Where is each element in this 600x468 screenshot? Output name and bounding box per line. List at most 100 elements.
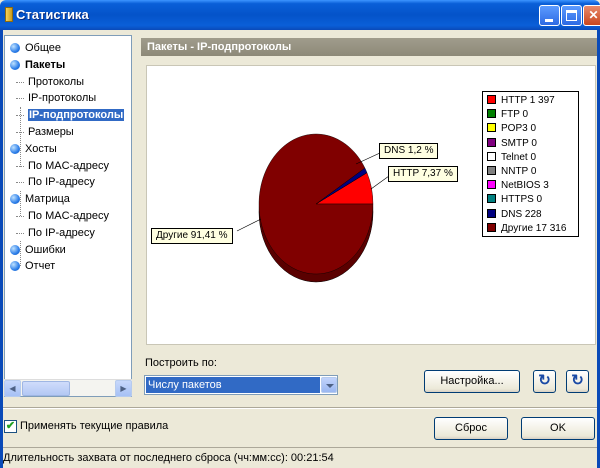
nav-item-label: Протоколы [28,75,85,88]
nav-item-label: Размеры [28,126,74,138]
refresh-alt-button[interactable]: ↻ [566,370,589,393]
app-icon [5,7,13,22]
nav-horizontal-scrollbar[interactable]: ◀ ▶ [4,379,132,397]
refresh-button[interactable]: ↻ [533,370,556,393]
checkmark-icon: ✔ [5,420,16,432]
scroll-right-button[interactable]: ▶ [115,380,132,397]
divider [3,407,597,409]
pie-slice-other [258,133,374,275]
window-title: Статистика [16,7,89,22]
apply-rules-label[interactable]: Применять текущие правила [20,420,168,433]
bullet-icon [10,43,20,53]
close-icon: ✕ [588,8,599,22]
bullet-icon [10,244,20,255]
nav-item-label: Хосты [25,142,57,155]
legend-label: POP3 0 [501,123,537,135]
tree-line [16,165,24,167]
nav-item[interactable]: Ошибки [10,242,66,258]
nav-item[interactable]: Хосты [10,141,57,157]
tree-line [20,191,21,216]
callout-dns: DNS 1,2 % [379,143,439,159]
nav-item-label: По IP-адресу [28,176,95,189]
scroll-thumb[interactable] [22,381,70,396]
callout-leader-line [370,175,390,190]
chevron-down-icon[interactable] [321,377,337,393]
legend-label: DNS 228 [501,208,542,220]
legend-swatch [487,208,496,218]
refresh-icon: ↻ [538,372,551,389]
nav-item-label: По IP-адресу [28,226,95,239]
nav-item[interactable]: Матрица [10,191,70,207]
tree-line [16,232,24,234]
nav-item[interactable]: Протоколы [16,74,85,90]
maximize-icon [562,6,581,25]
nav-item[interactable]: По MAC-адресу [16,208,109,224]
bullet-icon [10,143,20,154]
legend-swatch [487,151,496,161]
legend-entry: DNS 228 [487,208,542,222]
legend-swatch [487,222,496,232]
maximize-button[interactable] [561,5,582,26]
refresh-icon: ↻ [571,372,584,389]
nav-item[interactable]: По MAC-адресу [16,158,109,174]
legend-label: HTTP 1 397 [501,95,555,106]
minimize-icon [540,6,559,25]
nav-item-label: Ошибки [25,243,66,256]
nav-item-label: Отчет [25,260,56,273]
nav-item[interactable]: Общее [10,40,62,56]
legend-entry: POP3 0 [487,122,536,136]
minimize-button[interactable] [539,5,560,26]
nav-item[interactable]: IP-протоколы [16,90,97,106]
nav-item-label: IP-протоколы [28,92,97,105]
legend-swatch [487,109,496,119]
nav-item[interactable]: Отчет [10,258,56,274]
legend-label: HTTPS 0 [501,194,543,206]
legend-entry: NNTP 0 [487,165,536,179]
nav-item[interactable]: По IP-адресу [16,174,95,190]
callout-other: Другие 91,41 % [151,228,233,244]
legend-entry: SMTP 0 [487,137,537,151]
callout-http: HTTP 7,37 % [388,166,458,182]
build-by-value: Числу пакетов [146,377,320,393]
nav-item[interactable]: Пакеты [10,57,66,73]
legend-label: FTP 0 [501,109,529,121]
legend-label: Telnet 0 [501,151,537,163]
legend-label: NetBIOS 3 [501,180,549,192]
legend-swatch [487,95,496,104]
legend-swatch [487,194,496,204]
tree-line [16,98,24,100]
navigation-tree[interactable]: Общее Пакеты Протоколы IP-протоколы IP-подпр… [4,35,132,397]
legend-entry: HTTPS 0 [487,193,542,207]
callout-leader-line [236,218,262,232]
legend-swatch [487,166,496,175]
apply-rules-checkbox[interactable]: ✔ [4,420,17,433]
legend-swatch [487,137,496,147]
nav-item-label: Общее [25,42,62,54]
bullet-icon [10,194,20,205]
ok-button[interactable]: OK [521,417,595,440]
nav-item-label: По MAC-адресу [28,159,109,172]
nav-item-label: Матрица [25,193,70,206]
nav-item-label: Пакеты [25,58,66,71]
tree-line [16,81,24,83]
tree-line [20,241,21,266]
tree-line [16,182,24,184]
title-bar: Статистика ✕ [0,0,600,30]
bullet-icon [10,59,20,70]
legend-label: SMTP 0 [501,137,537,149]
nav-item[interactable]: По IP-адресу [16,225,95,241]
status-bar: Длительность захвата от последнего сброс… [3,447,597,468]
tree-line [16,216,24,217]
build-by-select[interactable]: Числу пакетов [144,375,338,395]
nav-item[interactable]: IP-подпротоколы [16,107,125,123]
legend-swatch [487,123,496,133]
scroll-left-button[interactable]: ◀ [4,380,21,397]
tree-line [16,115,24,117]
nav-item-label: По MAC-адресу [28,210,109,222]
settings-button[interactable]: Настройка... [424,370,520,393]
close-button[interactable]: ✕ [583,5,600,26]
nav-item[interactable]: Размеры [16,124,74,140]
window-frame-left [0,30,3,468]
reset-button[interactable]: Сброс [434,417,508,440]
legend-entry: FTP 0 [487,108,528,122]
